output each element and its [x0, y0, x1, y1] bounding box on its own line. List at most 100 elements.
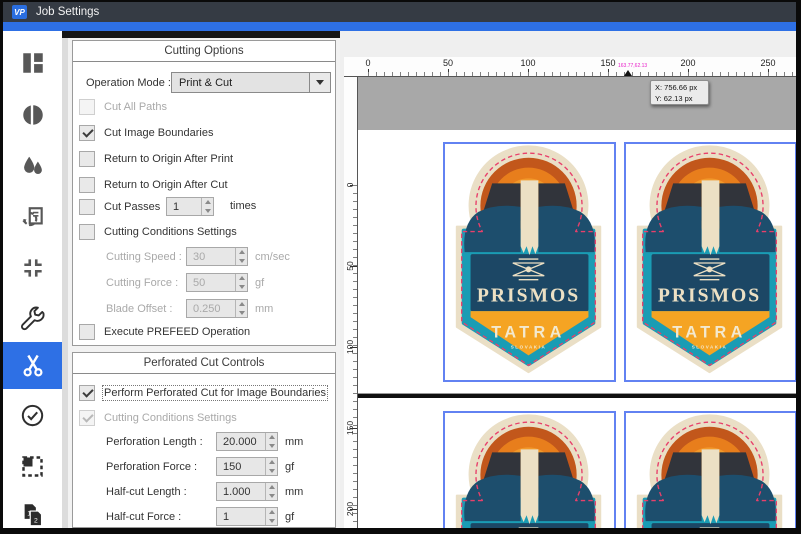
app-logo: VP	[12, 5, 27, 19]
spinner-arrows-icon[interactable]	[265, 483, 277, 500]
halfcut-force-label: Half-cut Force :	[106, 511, 216, 523]
titlebar: VP Job Settings	[3, 2, 796, 22]
operation-mode-dropdown-button[interactable]	[309, 73, 330, 92]
operation-mode-label: Operation Mode :	[86, 77, 171, 89]
label-object-2[interactable]	[624, 142, 796, 382]
job-settings-window: VP Job Settings	[0, 0, 801, 534]
checkbox-cut-all-paths[interactable]	[79, 99, 95, 115]
cursor-coordinates-readout: 163.77,62.13	[618, 63, 647, 69]
check-icon	[82, 411, 93, 422]
cursor-position-marker	[624, 70, 632, 76]
cutting-speed-label: Cutting Speed :	[106, 251, 186, 263]
h-ruler-tick-label: 150	[597, 58, 619, 68]
duplicate-pages-icon: 1 2	[19, 502, 46, 529]
spinner-arrows-icon[interactable]	[265, 508, 277, 525]
operation-mode-row: Operation Mode :	[86, 73, 171, 92]
svg-text:2: 2	[34, 517, 38, 524]
return-after-cut-label: Return to Origin After Cut	[104, 179, 228, 191]
cutting-force-value: 50	[187, 277, 235, 289]
badge-artwork	[445, 413, 614, 528]
blade-offset-label: Blade Offset :	[106, 303, 186, 315]
perforated-conditions-label: Cutting Conditions Settings	[104, 412, 237, 424]
checkbox-return-after-cut[interactable]	[79, 177, 95, 193]
cutting-conditions-label: Cutting Conditions Settings	[104, 226, 237, 238]
label-object-1[interactable]	[443, 142, 616, 382]
cut-passes-row: Cut Passes	[79, 198, 160, 216]
cutting-force-row: Cutting Force : 50 gf	[106, 273, 327, 292]
badge-artwork	[626, 413, 795, 528]
chevron-down-icon	[316, 80, 324, 85]
checkbox-return-after-print[interactable]	[79, 151, 95, 167]
perforation-length-row: Perforation Length : 20.000 mm	[106, 432, 327, 451]
sidebar-item-pages[interactable]: 1 2	[3, 493, 62, 534]
spinner-arrows-icon[interactable]	[265, 433, 277, 450]
cutting-force-spinner[interactable]: 50	[186, 273, 248, 292]
sidebar-item-marks[interactable]	[3, 444, 62, 488]
perforation-length-label: Perforation Length :	[106, 436, 216, 448]
halfcut-length-row: Half-cut Length : 1.000 mm	[106, 482, 327, 501]
checkbox-cut-passes[interactable]	[79, 199, 95, 215]
spinner-arrows-icon	[235, 274, 247, 291]
checkbox-cutting-conditions[interactable]	[79, 224, 95, 240]
cut-all-paths-label: Cut All Paths	[104, 101, 167, 113]
sidebar-item-cutting[interactable]	[3, 342, 62, 389]
crop-marks-icon	[20, 255, 46, 281]
perform-perforated-row: Perform Perforated Cut for Image Boundar…	[79, 384, 326, 402]
wrench-icon	[19, 305, 46, 332]
label-object-4[interactable]	[624, 411, 796, 528]
perforation-force-unit: gf	[285, 461, 294, 473]
blade-offset-unit: mm	[255, 303, 273, 315]
halfcut-force-spinner[interactable]: 1	[216, 507, 278, 526]
sidebar-item-crop-marks[interactable]	[3, 246, 62, 290]
spinner-arrows-icon	[235, 300, 247, 317]
label-object-3[interactable]	[443, 411, 616, 528]
sidebar-item-file-convert[interactable]	[3, 196, 62, 240]
h-ruler-tick-label: 50	[437, 58, 459, 68]
checkbox-perform-perforated[interactable]	[79, 385, 95, 401]
spinner-arrows-icon[interactable]	[265, 458, 277, 475]
accent-bar	[3, 22, 796, 31]
perform-perforated-label: Perform Perforated Cut for Image Boundar…	[104, 387, 326, 399]
sidebar-item-ink[interactable]	[3, 144, 62, 188]
cutting-speed-unit: cm/sec	[255, 251, 290, 263]
scissors-icon	[19, 352, 47, 380]
vertical-ruler: 0 50 100 150 200	[344, 77, 358, 528]
preview-canvas: 0 50 100 150 200 250 163.77,62.13 0 50 1…	[340, 31, 796, 528]
halfcut-length-spinner[interactable]: 1.000	[216, 482, 278, 501]
return-after-cut-row: Return to Origin After Cut	[79, 176, 228, 194]
perforation-force-label: Perforation Force :	[106, 461, 216, 473]
tooltip-x: X: 756.66 px	[655, 82, 708, 93]
cut-passes-label: Cut Passes	[104, 201, 160, 213]
sidebar-item-schedule[interactable]	[3, 393, 62, 437]
cutting-speed-spinner[interactable]: 30	[186, 247, 248, 266]
perforation-force-spinner[interactable]: 150	[216, 457, 278, 476]
cutting-force-label: Cutting Force :	[106, 277, 186, 289]
halfcut-force-value: 1	[217, 511, 265, 523]
sidebar-item-layout[interactable]	[3, 41, 62, 85]
spinner-arrows-icon[interactable]	[201, 198, 213, 215]
return-after-print-row: Return to Origin After Print	[79, 150, 233, 168]
groupbox-cutting-options: Cutting Options Operation Mode : Print &…	[72, 40, 336, 346]
check-icon	[82, 126, 93, 137]
checkbox-perforated-conditions[interactable]	[79, 410, 95, 426]
spinner-arrows-icon	[235, 248, 247, 265]
cut-passes-spinner[interactable]: 1	[166, 197, 214, 216]
window-title: Job Settings	[36, 6, 99, 18]
panel-top-strip	[62, 31, 340, 38]
operation-mode-select[interactable]: Print & Cut	[171, 72, 331, 93]
halfcut-length-label: Half-cut Length :	[106, 486, 216, 498]
h-ruler-tick-label: 100	[517, 58, 539, 68]
halfcut-length-unit: mm	[285, 486, 303, 498]
ruler-minor-ticks	[353, 185, 357, 528]
h-ruler-tick-label: 0	[357, 58, 379, 68]
sidebar-item-contrast[interactable]	[3, 93, 62, 137]
checkbox-execute-prefeed[interactable]	[79, 324, 95, 340]
checkbox-cut-image-boundaries[interactable]	[79, 125, 95, 141]
badge-artwork	[626, 144, 795, 380]
layout-icon	[20, 50, 46, 76]
perforation-length-spinner[interactable]: 20.000	[216, 432, 278, 451]
selection-marks-icon	[19, 453, 46, 480]
blade-offset-spinner[interactable]: 0.250	[186, 299, 248, 318]
sidebar: 1 2	[3, 31, 62, 528]
sidebar-item-tools[interactable]	[3, 296, 62, 340]
